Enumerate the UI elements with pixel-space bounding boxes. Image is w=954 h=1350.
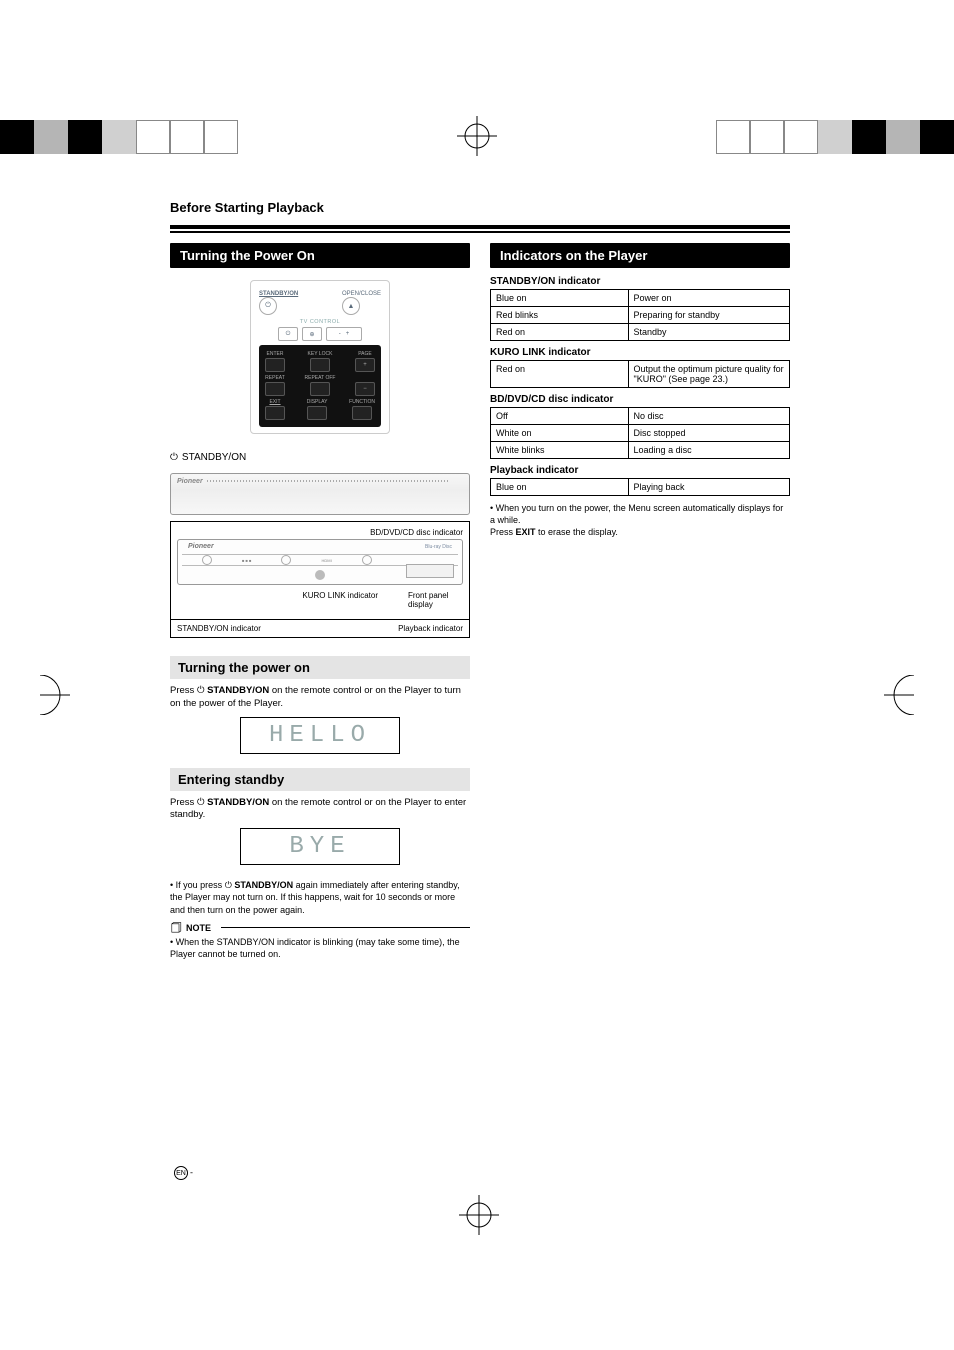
repeat-off-button[interactable] — [310, 382, 330, 396]
note-bullet: When the STANDBY/ON indicator is blinkin… — [170, 936, 470, 960]
left-crop-mark — [40, 675, 70, 720]
open-close-button[interactable]: ▲ — [342, 297, 360, 315]
tv-input-button[interactable]: ⊕ — [302, 327, 322, 341]
page-down-button[interactable]: − — [355, 382, 375, 396]
kuro-indicator-table: Red onOutput the optimum picture quality… — [490, 360, 790, 388]
tv-vol-button[interactable]: - + — [326, 327, 362, 341]
playback-indicator-heading: Playback indicator — [490, 465, 790, 476]
heading-power-on: Turning the Power On — [170, 243, 470, 268]
tv-power-button[interactable]: ⏻ — [278, 327, 298, 341]
disc-indicator-table: OffNo disc White onDisc stopped White bl… — [490, 407, 790, 459]
crosshair-icon — [457, 116, 497, 156]
remote-illustration: STANDBY/ON ⏻ OPEN/CLOSE ▲ TV CONTROL ⏻ ⊕ — [250, 280, 390, 434]
kuro-link-label: KURO LINK indicator — [302, 591, 378, 609]
standby-indicator-heading: STANDBY/ON indicator — [490, 276, 790, 287]
lcd-hello: HELLO — [240, 717, 400, 754]
standby-bullet: If you press ⏻ STANDBY/ON again immediat… — [170, 879, 470, 915]
note-icon — [170, 922, 182, 934]
playback-indicator-table: Blue onPlaying back — [490, 478, 790, 496]
right-tail-bullet: When you turn on the power, the Menu scr… — [490, 502, 790, 538]
disc-indicator-heading: BD/DVD/CD disc indicator — [490, 394, 790, 405]
remote-dark-panel: ENTER KEY LOCK PAGE+ REPEAT REPEAT OFF −… — [259, 345, 381, 427]
registration-marks — [0, 120, 954, 156]
led-indicator — [315, 570, 325, 580]
page-up-button[interactable]: + — [355, 358, 375, 372]
note-heading: NOTE — [170, 922, 470, 934]
standby-indicator-label: STANDBY/ON indicator — [177, 624, 261, 633]
function-button[interactable] — [352, 406, 372, 420]
standby-button[interactable]: ⏻ — [259, 297, 277, 315]
rule — [170, 225, 790, 233]
turning-on-text: Press ⏻ STANDBY/ON on the remote control… — [170, 685, 470, 711]
standby-on-unit-label: ⏻STANDBY/ON — [170, 452, 470, 463]
heading-indicators: Indicators on the Player — [490, 243, 790, 268]
remote-standby-label: STANDBY/ON — [259, 291, 298, 297]
player-illustration: Pioneer BD/DVD/CD disc indicator Pioneer… — [170, 473, 470, 638]
playback-indicator-label: Playback indicator — [398, 624, 463, 633]
crosshair-bottom — [459, 1195, 499, 1240]
page-section-title: Before Starting Playback — [170, 200, 790, 215]
bdcd-indicator-label: BD/DVD/CD disc indicator — [177, 528, 463, 537]
kuro-indicator-heading: KURO LINK indicator — [490, 347, 790, 358]
key-lock-button[interactable] — [310, 358, 330, 372]
page-footer: EN- — [174, 1166, 193, 1180]
right-crop-mark — [884, 675, 914, 720]
display-button[interactable] — [307, 406, 327, 420]
standby-text: Press ⏻ STANDBY/ON on the remote control… — [170, 797, 470, 823]
tv-control-label: TV CONTROL — [259, 319, 381, 325]
subheading-standby: Entering standby — [170, 768, 470, 791]
front-panel-label: Front panel display — [408, 591, 463, 609]
enter-button[interactable] — [265, 358, 285, 372]
standby-indicator-table: Blue onPower on Red blinksPreparing for … — [490, 289, 790, 341]
remote-openclose-label: OPEN/CLOSE — [342, 291, 381, 297]
front-panel-display — [406, 564, 454, 578]
exit-button[interactable] — [265, 406, 285, 420]
repeat-button[interactable] — [265, 382, 285, 396]
lcd-bye: BYE — [240, 828, 400, 865]
subheading-turning-on: Turning the power on — [170, 656, 470, 679]
